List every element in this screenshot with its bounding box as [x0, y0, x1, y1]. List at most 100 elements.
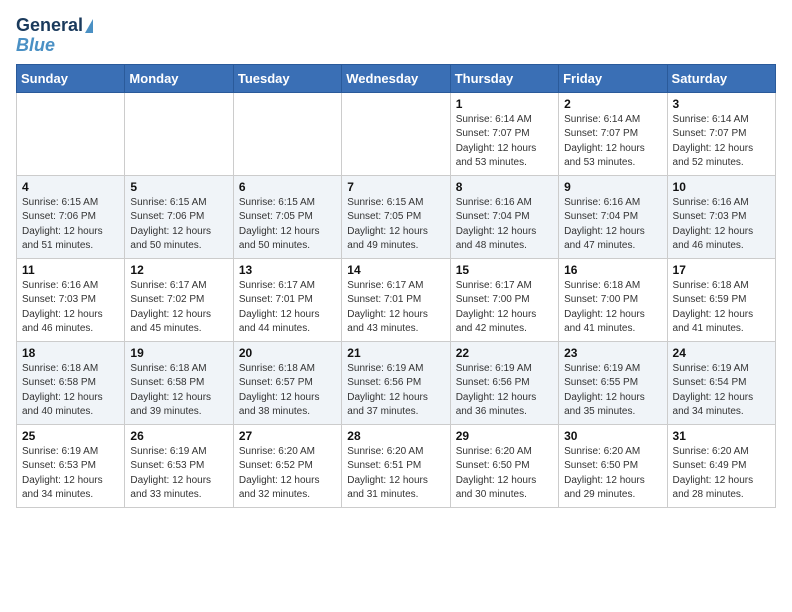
- day-info: Sunrise: 6:17 AM Sunset: 7:02 PM Dayligh…: [130, 279, 227, 337]
- day-info: Sunrise: 6:20 AM Sunset: 6:52 PM Dayligh…: [239, 445, 336, 503]
- day-info: Sunrise: 6:16 AM Sunset: 7:03 PM Dayligh…: [22, 279, 119, 337]
- calendar-table: SundayMondayTuesdayWednesdayThursdayFrid…: [16, 64, 776, 508]
- calendar-cell: [125, 92, 233, 175]
- weekday-header-thursday: Thursday: [450, 64, 558, 92]
- calendar-cell: 10 Sunrise: 6:16 AM Sunset: 7:03 PM Dayli…: [667, 175, 775, 258]
- day-number: 22: [456, 346, 553, 360]
- day-number: 16: [564, 263, 661, 277]
- calendar-cell: 5 Sunrise: 6:15 AM Sunset: 7:06 PM Daylig…: [125, 175, 233, 258]
- weekday-header-tuesday: Tuesday: [233, 64, 341, 92]
- calendar-cell: 2 Sunrise: 6:14 AM Sunset: 7:07 PM Daylig…: [559, 92, 667, 175]
- day-number: 15: [456, 263, 553, 277]
- calendar-cell: 30 Sunrise: 6:20 AM Sunset: 6:50 PM Dayli…: [559, 424, 667, 507]
- day-number: 8: [456, 180, 553, 194]
- day-number: 12: [130, 263, 227, 277]
- day-info: Sunrise: 6:15 AM Sunset: 7:06 PM Dayligh…: [22, 196, 119, 254]
- calendar-cell: 7Sunrise: 6:15 AM Sunset: 7:05 PM Daylig…: [342, 175, 450, 258]
- weekday-header-saturday: Saturday: [667, 64, 775, 92]
- day-number: 30: [564, 429, 661, 443]
- logo-text-blue: Blue: [16, 36, 55, 56]
- calendar-cell: 19Sunrise: 6:18 AM Sunset: 6:58 PM Dayli…: [125, 341, 233, 424]
- day-number: 19: [130, 346, 227, 360]
- calendar-cell: 15 Sunrise: 6:17 AM Sunset: 7:00 PM Dayli…: [450, 258, 558, 341]
- day-number: 5: [130, 180, 227, 194]
- day-info: Sunrise: 6:20 AM Sunset: 6:49 PM Dayligh…: [673, 445, 770, 503]
- day-number: 2: [564, 97, 661, 111]
- calendar-cell: 4 Sunrise: 6:15 AM Sunset: 7:06 PM Daylig…: [17, 175, 125, 258]
- calendar-cell: [17, 92, 125, 175]
- day-number: 28: [347, 429, 444, 443]
- day-info: Sunrise: 6:19 AM Sunset: 6:56 PM Dayligh…: [347, 362, 444, 420]
- weekday-header-wednesday: Wednesday: [342, 64, 450, 92]
- day-info: Sunrise: 6:17 AM Sunset: 7:00 PM Dayligh…: [456, 279, 553, 337]
- calendar-week-row: 18 Sunrise: 6:18 AM Sunset: 6:58 PM Dayli…: [17, 341, 776, 424]
- calendar-cell: 1 Sunrise: 6:14 AM Sunset: 7:07 PM Daylig…: [450, 92, 558, 175]
- day-info: Sunrise: 6:18 AM Sunset: 6:59 PM Dayligh…: [673, 279, 770, 337]
- calendar-cell: 18 Sunrise: 6:18 AM Sunset: 6:58 PM Dayli…: [17, 341, 125, 424]
- calendar-cell: 3Sunrise: 6:14 AM Sunset: 7:07 PM Daylig…: [667, 92, 775, 175]
- calendar-week-row: 4 Sunrise: 6:15 AM Sunset: 7:06 PM Daylig…: [17, 175, 776, 258]
- weekday-header-row: SundayMondayTuesdayWednesdayThursdayFrid…: [17, 64, 776, 92]
- day-info: Sunrise: 6:18 AM Sunset: 6:57 PM Dayligh…: [239, 362, 336, 420]
- day-number: 23: [564, 346, 661, 360]
- calendar-cell: [233, 92, 341, 175]
- day-info: Sunrise: 6:15 AM Sunset: 7:05 PM Dayligh…: [239, 196, 336, 254]
- day-info: Sunrise: 6:14 AM Sunset: 7:07 PM Dayligh…: [564, 113, 661, 171]
- calendar-cell: 29 Sunrise: 6:20 AM Sunset: 6:50 PM Dayli…: [450, 424, 558, 507]
- day-number: 18: [22, 346, 119, 360]
- day-number: 1: [456, 97, 553, 111]
- calendar-cell: 22 Sunrise: 6:19 AM Sunset: 6:56 PM Dayli…: [450, 341, 558, 424]
- calendar-cell: 26 Sunrise: 6:19 AM Sunset: 6:53 PM Dayli…: [125, 424, 233, 507]
- day-info: Sunrise: 6:18 AM Sunset: 6:58 PM Dayligh…: [22, 362, 119, 420]
- day-number: 10: [673, 180, 770, 194]
- day-number: 31: [673, 429, 770, 443]
- day-info: Sunrise: 6:15 AM Sunset: 7:06 PM Dayligh…: [130, 196, 227, 254]
- logo-triangle-icon: [85, 19, 93, 33]
- day-info: Sunrise: 6:14 AM Sunset: 7:07 PM Dayligh…: [456, 113, 553, 171]
- day-info: Sunrise: 6:19 AM Sunset: 6:56 PM Dayligh…: [456, 362, 553, 420]
- day-info: Sunrise: 6:17 AM Sunset: 7:01 PM Dayligh…: [347, 279, 444, 337]
- day-number: 17: [673, 263, 770, 277]
- calendar-cell: 24 Sunrise: 6:19 AM Sunset: 6:54 PM Dayli…: [667, 341, 775, 424]
- calendar-cell: 9 Sunrise: 6:16 AM Sunset: 7:04 PM Daylig…: [559, 175, 667, 258]
- day-number: 14: [347, 263, 444, 277]
- day-number: 29: [456, 429, 553, 443]
- day-info: Sunrise: 6:20 AM Sunset: 6:50 PM Dayligh…: [456, 445, 553, 503]
- day-number: 25: [22, 429, 119, 443]
- day-info: Sunrise: 6:19 AM Sunset: 6:55 PM Dayligh…: [564, 362, 661, 420]
- logo: General Blue: [16, 16, 93, 56]
- calendar-week-row: 11Sunrise: 6:16 AM Sunset: 7:03 PM Dayli…: [17, 258, 776, 341]
- day-number: 6: [239, 180, 336, 194]
- day-info: Sunrise: 6:20 AM Sunset: 6:50 PM Dayligh…: [564, 445, 661, 503]
- calendar-cell: 12 Sunrise: 6:17 AM Sunset: 7:02 PM Dayli…: [125, 258, 233, 341]
- day-info: Sunrise: 6:19 AM Sunset: 6:53 PM Dayligh…: [130, 445, 227, 503]
- day-number: 26: [130, 429, 227, 443]
- weekday-header-monday: Monday: [125, 64, 233, 92]
- day-number: 9: [564, 180, 661, 194]
- day-number: 21: [347, 346, 444, 360]
- calendar-cell: 6 Sunrise: 6:15 AM Sunset: 7:05 PM Daylig…: [233, 175, 341, 258]
- day-number: 13: [239, 263, 336, 277]
- calendar-cell: 25Sunrise: 6:19 AM Sunset: 6:53 PM Dayli…: [17, 424, 125, 507]
- day-info: Sunrise: 6:18 AM Sunset: 7:00 PM Dayligh…: [564, 279, 661, 337]
- day-info: Sunrise: 6:16 AM Sunset: 7:04 PM Dayligh…: [456, 196, 553, 254]
- day-number: 20: [239, 346, 336, 360]
- day-number: 7: [347, 180, 444, 194]
- day-number: 4: [22, 180, 119, 194]
- calendar-cell: 8 Sunrise: 6:16 AM Sunset: 7:04 PM Daylig…: [450, 175, 558, 258]
- day-info: Sunrise: 6:17 AM Sunset: 7:01 PM Dayligh…: [239, 279, 336, 337]
- calendar-cell: 16 Sunrise: 6:18 AM Sunset: 7:00 PM Dayli…: [559, 258, 667, 341]
- calendar-cell: 23 Sunrise: 6:19 AM Sunset: 6:55 PM Dayli…: [559, 341, 667, 424]
- calendar-cell: 31 Sunrise: 6:20 AM Sunset: 6:49 PM Dayli…: [667, 424, 775, 507]
- calendar-cell: 20 Sunrise: 6:18 AM Sunset: 6:57 PM Dayli…: [233, 341, 341, 424]
- day-info: Sunrise: 6:16 AM Sunset: 7:04 PM Dayligh…: [564, 196, 661, 254]
- calendar-week-row: 1 Sunrise: 6:14 AM Sunset: 7:07 PM Daylig…: [17, 92, 776, 175]
- day-info: Sunrise: 6:16 AM Sunset: 7:03 PM Dayligh…: [673, 196, 770, 254]
- weekday-header-sunday: Sunday: [17, 64, 125, 92]
- calendar-cell: 13 Sunrise: 6:17 AM Sunset: 7:01 PM Dayli…: [233, 258, 341, 341]
- day-info: Sunrise: 6:19 AM Sunset: 6:54 PM Dayligh…: [673, 362, 770, 420]
- weekday-header-friday: Friday: [559, 64, 667, 92]
- page-header: General Blue: [16, 16, 776, 56]
- day-number: 24: [673, 346, 770, 360]
- calendar-cell: 27Sunrise: 6:20 AM Sunset: 6:52 PM Dayli…: [233, 424, 341, 507]
